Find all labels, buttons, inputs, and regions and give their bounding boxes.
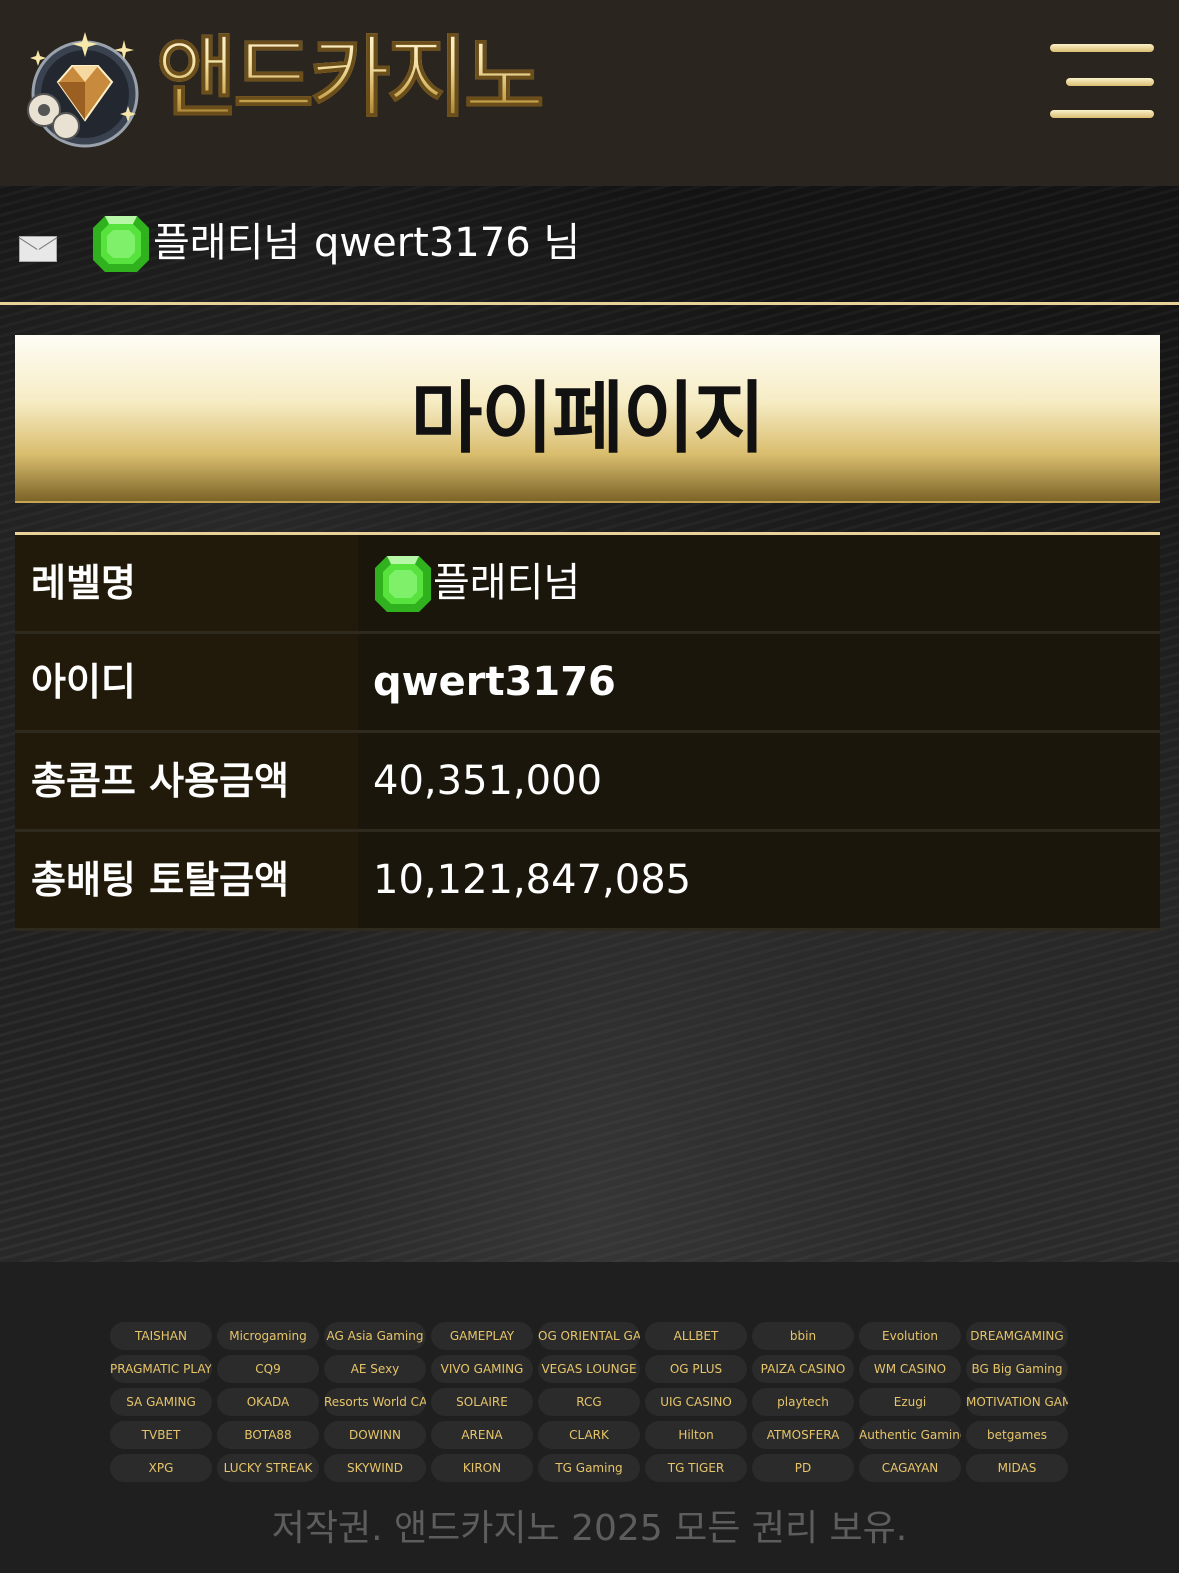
page-title: 마이페이지 (410, 374, 766, 464)
provider-logo[interactable]: SA GAMING (110, 1388, 212, 1416)
provider-logo[interactable]: VEGAS LOUNGE (538, 1355, 640, 1383)
provider-logo[interactable]: SKYWIND (324, 1454, 426, 1482)
provider-logo[interactable]: CLARK (538, 1421, 640, 1449)
provider-logo[interactable]: MOTIVATION GAMING (966, 1388, 1068, 1416)
provider-logo[interactable]: ALLBET (645, 1322, 747, 1350)
provider-logo[interactable]: OG ORIENTAL GAME (538, 1322, 640, 1350)
provider-logo[interactable]: OKADA (217, 1388, 319, 1416)
provider-logo[interactable]: betgames (966, 1421, 1068, 1449)
provider-logo[interactable]: TAISHAN (110, 1322, 212, 1350)
diamond-logo-icon[interactable] (24, 30, 146, 148)
provider-logo[interactable]: Resorts World CASINO (324, 1388, 426, 1416)
row-value: 10,121,847,085 (373, 857, 692, 903)
header: 앤드카지노 (0, 0, 1179, 186)
table-row-comp: 총콤프 사용금액 40,351,000 (15, 733, 1160, 832)
provider-logo[interactable]: MIDAS (966, 1454, 1068, 1482)
provider-logo[interactable]: Hilton (645, 1421, 747, 1449)
provider-logo[interactable]: GAMEPLAY (431, 1322, 533, 1350)
provider-logo[interactable]: CAGAYAN (859, 1454, 961, 1482)
provider-logo[interactable]: PAIZA CASINO (752, 1355, 854, 1383)
provider-logo[interactable]: Authentic Gaming (859, 1421, 961, 1449)
provider-logo[interactable]: playtech (752, 1388, 854, 1416)
provider-logo[interactable]: ATMOSFERA (752, 1421, 854, 1449)
provider-logo[interactable]: WM CASINO (859, 1355, 961, 1383)
page-title-banner: 마이페이지 (15, 335, 1160, 501)
provider-logo[interactable]: CQ9 (217, 1355, 319, 1383)
provider-logo[interactable]: AE Sexy (324, 1355, 426, 1383)
info-table: 레벨명 플래티넘 아이디 qwert3176 총콤프 사용금액 40,351,0… (15, 532, 1160, 931)
row-label: 아이디 (15, 634, 358, 730)
provider-logo[interactable]: BOTA88 (217, 1421, 319, 1449)
provider-logo[interactable]: bbin (752, 1322, 854, 1350)
provider-logo[interactable]: Evolution (859, 1322, 961, 1350)
row-label: 총배팅 토탈금액 (15, 832, 358, 928)
provider-logo[interactable]: TG Gaming (538, 1454, 640, 1482)
table-row-id: 아이디 qwert3176 (15, 634, 1160, 733)
provider-logo[interactable]: PD (752, 1454, 854, 1482)
provider-logo[interactable]: KIRON (431, 1454, 533, 1482)
provider-logo[interactable]: XPG (110, 1454, 212, 1482)
provider-logo[interactable]: SOLAIRE (431, 1388, 533, 1416)
provider-logo[interactable]: LUCKY STREAK (217, 1454, 319, 1482)
provider-logo[interactable]: AG Asia Gaming (324, 1322, 426, 1350)
copyright-text: 저작권. 앤드카지노 2025 모든 권리 보유. (271, 1508, 908, 1549)
row-value: 플래티넘 (433, 560, 581, 606)
provider-logo[interactable]: DOWINN (324, 1421, 426, 1449)
provider-logo-grid: TAISHAN Microgaming AG Asia Gaming GAMEPLAY… (110, 1322, 1068, 1482)
table-row-betting: 총배팅 토탈금액 10,121,847,085 (15, 832, 1160, 931)
provider-logo[interactable]: ARENA (431, 1421, 533, 1449)
green-gem-icon (375, 556, 431, 612)
provider-logo[interactable]: RCG (538, 1388, 640, 1416)
provider-logo[interactable]: BG Big Gaming (966, 1355, 1068, 1383)
provider-logo[interactable]: Microgaming (217, 1322, 319, 1350)
row-label: 레벨명 (15, 535, 358, 631)
envelope-icon[interactable] (19, 236, 57, 262)
provider-logo[interactable]: OG PLUS (645, 1355, 747, 1383)
provider-logo[interactable]: TG TIGER (645, 1454, 747, 1482)
table-row-level: 레벨명 플래티넘 (15, 535, 1160, 634)
user-greeting: qwert3176 님 (314, 220, 581, 266)
user-level-label: 플래티넘 (153, 220, 301, 266)
hamburger-menu-icon[interactable] (1050, 42, 1156, 122)
green-gem-icon (93, 216, 149, 272)
provider-logo[interactable]: DREAMGAMING (966, 1322, 1068, 1350)
provider-logo[interactable]: PRAGMATIC PLAY (110, 1355, 212, 1383)
provider-logo[interactable]: VIVO GAMING (431, 1355, 533, 1383)
row-label: 총콤프 사용금액 (15, 733, 358, 829)
logo-text[interactable]: 앤드카지노 (156, 27, 546, 128)
provider-logo[interactable]: TVBET (110, 1421, 212, 1449)
provider-logo[interactable]: UIG CASINO (645, 1388, 747, 1416)
row-value: qwert3176 (373, 659, 616, 705)
row-value: 40,351,000 (373, 758, 603, 804)
provider-logo[interactable]: Ezugi (859, 1388, 961, 1416)
